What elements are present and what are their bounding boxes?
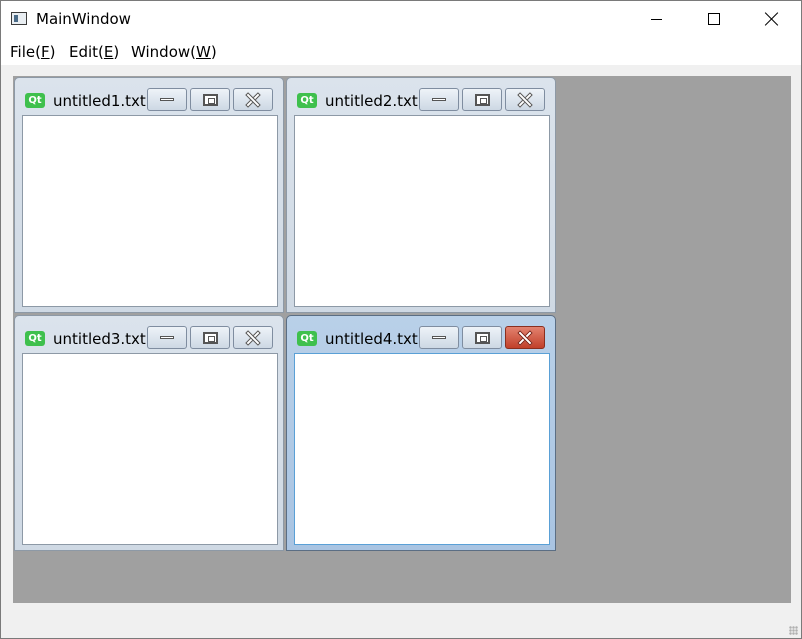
title-bar[interactable]: MainWindow [1, 1, 801, 37]
maximize-icon [708, 13, 720, 25]
minimize-icon [432, 336, 446, 339]
close-button[interactable] [743, 1, 801, 37]
subwindow-title: untitled1.txt [53, 92, 146, 110]
text-editor[interactable] [22, 353, 278, 545]
menu-edit[interactable]: Edit(E) [69, 43, 119, 61]
resize-grip-icon[interactable] [789, 626, 798, 635]
qt-icon[interactable]: Qt [25, 331, 45, 346]
subwindow-title: untitled4.txt [325, 330, 418, 348]
text-editor[interactable] [294, 353, 550, 545]
qt-icon[interactable]: Qt [297, 93, 317, 108]
restore-icon [202, 331, 218, 344]
menu-edit-accel: E [103, 43, 114, 61]
menu-edit-label: Edit( [69, 43, 104, 61]
subwindow-minimize-button[interactable] [147, 88, 187, 111]
subwindow-close-button[interactable] [233, 88, 273, 111]
menu-file[interactable]: File(F) [10, 43, 55, 61]
subwindow-maximize-button[interactable] [190, 326, 230, 349]
text-editor[interactable] [22, 115, 278, 307]
status-bar [1, 605, 801, 638]
minimize-icon [160, 336, 174, 339]
subwindow-minimize-button[interactable] [147, 326, 187, 349]
qt-icon[interactable]: Qt [297, 331, 317, 346]
subwindow-maximize-button[interactable] [190, 88, 230, 111]
menu-window-label: Window( [131, 43, 196, 61]
window-title: MainWindow [36, 10, 131, 28]
menu-window[interactable]: Window(W) [131, 43, 217, 61]
subwindow-close-button[interactable] [233, 326, 273, 349]
close-icon [517, 330, 533, 346]
menu-bar: File(F) Edit(E) Window(W) [1, 37, 801, 65]
subwindow-close-button[interactable] [505, 326, 545, 349]
menu-file-label: File( [10, 43, 41, 61]
subwindow-minimize-button[interactable] [419, 88, 459, 111]
subwindow-maximize-button[interactable] [462, 88, 502, 111]
subwindow-untitled3[interactable]: Qt untitled3.txt [14, 315, 284, 551]
subwindow-maximize-button[interactable] [462, 326, 502, 349]
menu-edit-suffix: ) [113, 43, 120, 61]
subwindow-untitled2[interactable]: Qt untitled2.txt [286, 77, 556, 313]
subwindow-close-button[interactable] [505, 88, 545, 111]
maximize-button[interactable] [685, 1, 743, 37]
subwindow-title: untitled2.txt [325, 92, 418, 110]
subwindow-untitled4[interactable]: Qt untitled4.txt [286, 315, 556, 551]
subwindow-minimize-button[interactable] [419, 326, 459, 349]
restore-icon [474, 93, 490, 106]
menu-window-suffix: ) [210, 43, 217, 61]
main-window: MainWindow File(F) Edit(E) Window(W) Qt … [0, 0, 802, 639]
mdi-area[interactable]: Qt untitled1.txt Qt untitled2.txt Qt unt… [13, 76, 791, 603]
subwindow-title: untitled3.txt [53, 330, 146, 348]
app-window-icon[interactable] [11, 12, 27, 25]
menu-window-accel: W [196, 43, 211, 61]
minimize-button[interactable] [627, 1, 685, 37]
text-editor[interactable] [294, 115, 550, 307]
restore-icon [202, 93, 218, 106]
minimize-icon [432, 98, 446, 101]
restore-icon [474, 331, 490, 344]
close-icon [517, 92, 533, 108]
menu-file-accel: F [40, 43, 50, 61]
subwindow-untitled1[interactable]: Qt untitled1.txt [14, 77, 284, 313]
menu-file-suffix: ) [49, 43, 56, 61]
minimize-icon [160, 98, 174, 101]
close-icon [245, 92, 261, 108]
minimize-icon [650, 18, 662, 20]
close-icon [765, 12, 779, 26]
qt-icon[interactable]: Qt [25, 93, 45, 108]
close-icon [245, 330, 261, 346]
